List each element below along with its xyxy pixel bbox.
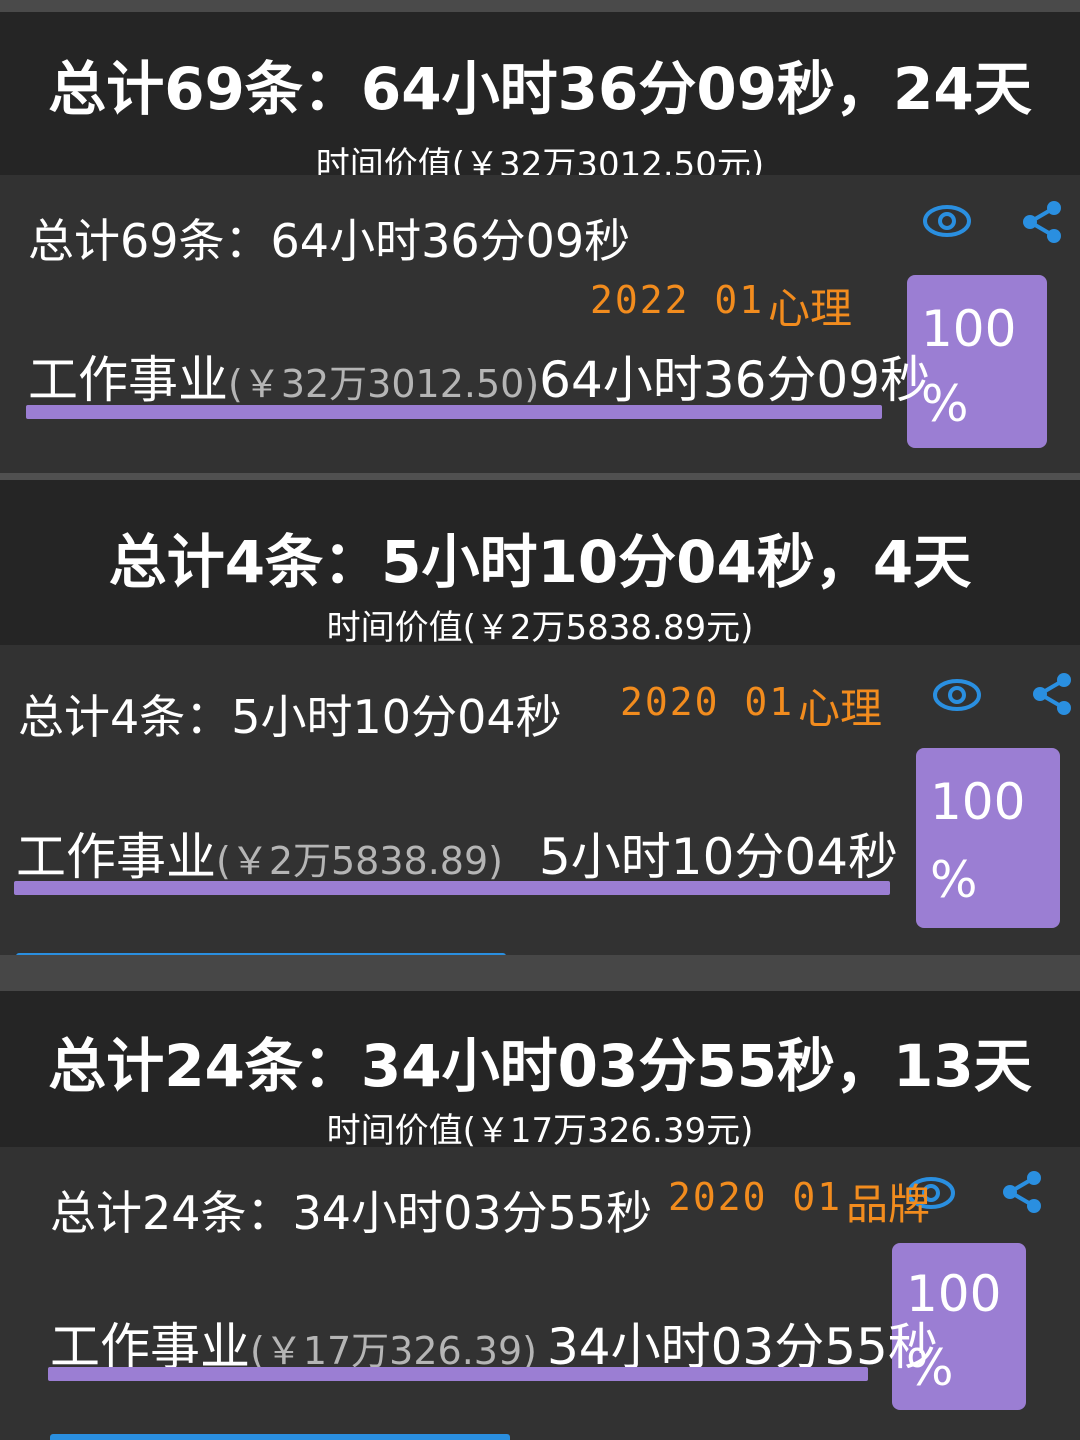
- card-total: 总计4条：5小时10分04秒: [18, 690, 562, 744]
- scroll-indicator: [50, 1434, 510, 1440]
- eye-icon[interactable]: [932, 677, 982, 713]
- section-divider: [0, 473, 1080, 480]
- card-category: 心理: [768, 284, 853, 333]
- percent-symbol: %: [930, 851, 978, 909]
- share-icon[interactable]: [1030, 671, 1074, 717]
- category-progress-bar: [26, 405, 882, 419]
- card-date: 2022 01: [590, 278, 765, 322]
- share-icon[interactable]: [1020, 199, 1064, 245]
- card-date: 2020 01: [620, 680, 795, 724]
- percent-value: 100: [921, 300, 1017, 358]
- summary-header: 总计69条：64小时36分09秒，24天 时间价值(￥32万3012.50元): [0, 12, 1080, 185]
- summary-header: 总计24条：34小时03分55秒，13天 时间价值(￥17万326.39元): [0, 991, 1080, 1151]
- category-row[interactable]: 工作事业(￥2万5838.89) 5小时10分04秒: [16, 817, 898, 889]
- card-category: 品牌: [846, 1180, 931, 1229]
- card-total: 总计24条：34小时03分55秒: [50, 1186, 653, 1240]
- category-row[interactable]: 工作事业(￥32万3012.50)64小时36分09秒: [28, 340, 930, 412]
- percent-value: 100: [930, 773, 1026, 831]
- section-divider: [0, 955, 1080, 991]
- percent-badge: 100 %: [916, 748, 1060, 928]
- category-label: 工作事业: [16, 828, 216, 886]
- summary-value: 时间价值(￥17万326.39元): [326, 1111, 754, 1151]
- summary-header: 总计4条：5小时10分04秒，4天 时间价值(￥2万5838.89元): [0, 480, 1080, 648]
- top-divider: [0, 0, 1080, 12]
- category-progress-bar: [14, 881, 890, 895]
- card-category: 心理: [798, 684, 883, 733]
- category-duration: 64小时36分09秒: [539, 351, 931, 409]
- record-card[interactable]: 总计69条：64小时36分09秒 2022 01 心理 100 % 工作事业(￥…: [0, 175, 1080, 481]
- category-duration: 5小时10分04秒: [538, 828, 899, 886]
- card-date: 2020 01: [668, 1175, 843, 1219]
- record-card[interactable]: 总计4条：5小时10分04秒 2020 01 心理 100 % 工作事业(￥2万…: [0, 645, 1080, 959]
- category-progress-bar: [48, 1367, 868, 1381]
- eye-icon[interactable]: [922, 203, 972, 239]
- summary-title: 总计4条：5小时10分04秒，4天: [108, 528, 972, 596]
- share-icon[interactable]: [1000, 1169, 1044, 1215]
- category-money: (￥2万5838.89): [216, 839, 503, 883]
- summary-value: 时间价值(￥2万5838.89元): [326, 608, 754, 648]
- category-label: 工作事业: [28, 351, 228, 409]
- card-total: 总计69条：64小时36分09秒: [28, 214, 631, 268]
- record-card[interactable]: 总计24条：34小时03分55秒 2020 01 品牌 100 % 工作事业(￥…: [0, 1147, 1080, 1440]
- category-money: (￥32万3012.50): [228, 362, 540, 406]
- summary-title: 总计24条：34小时03分55秒，13天: [48, 1032, 1032, 1100]
- summary-title: 总计69条：64小时36分09秒，24天: [48, 55, 1032, 123]
